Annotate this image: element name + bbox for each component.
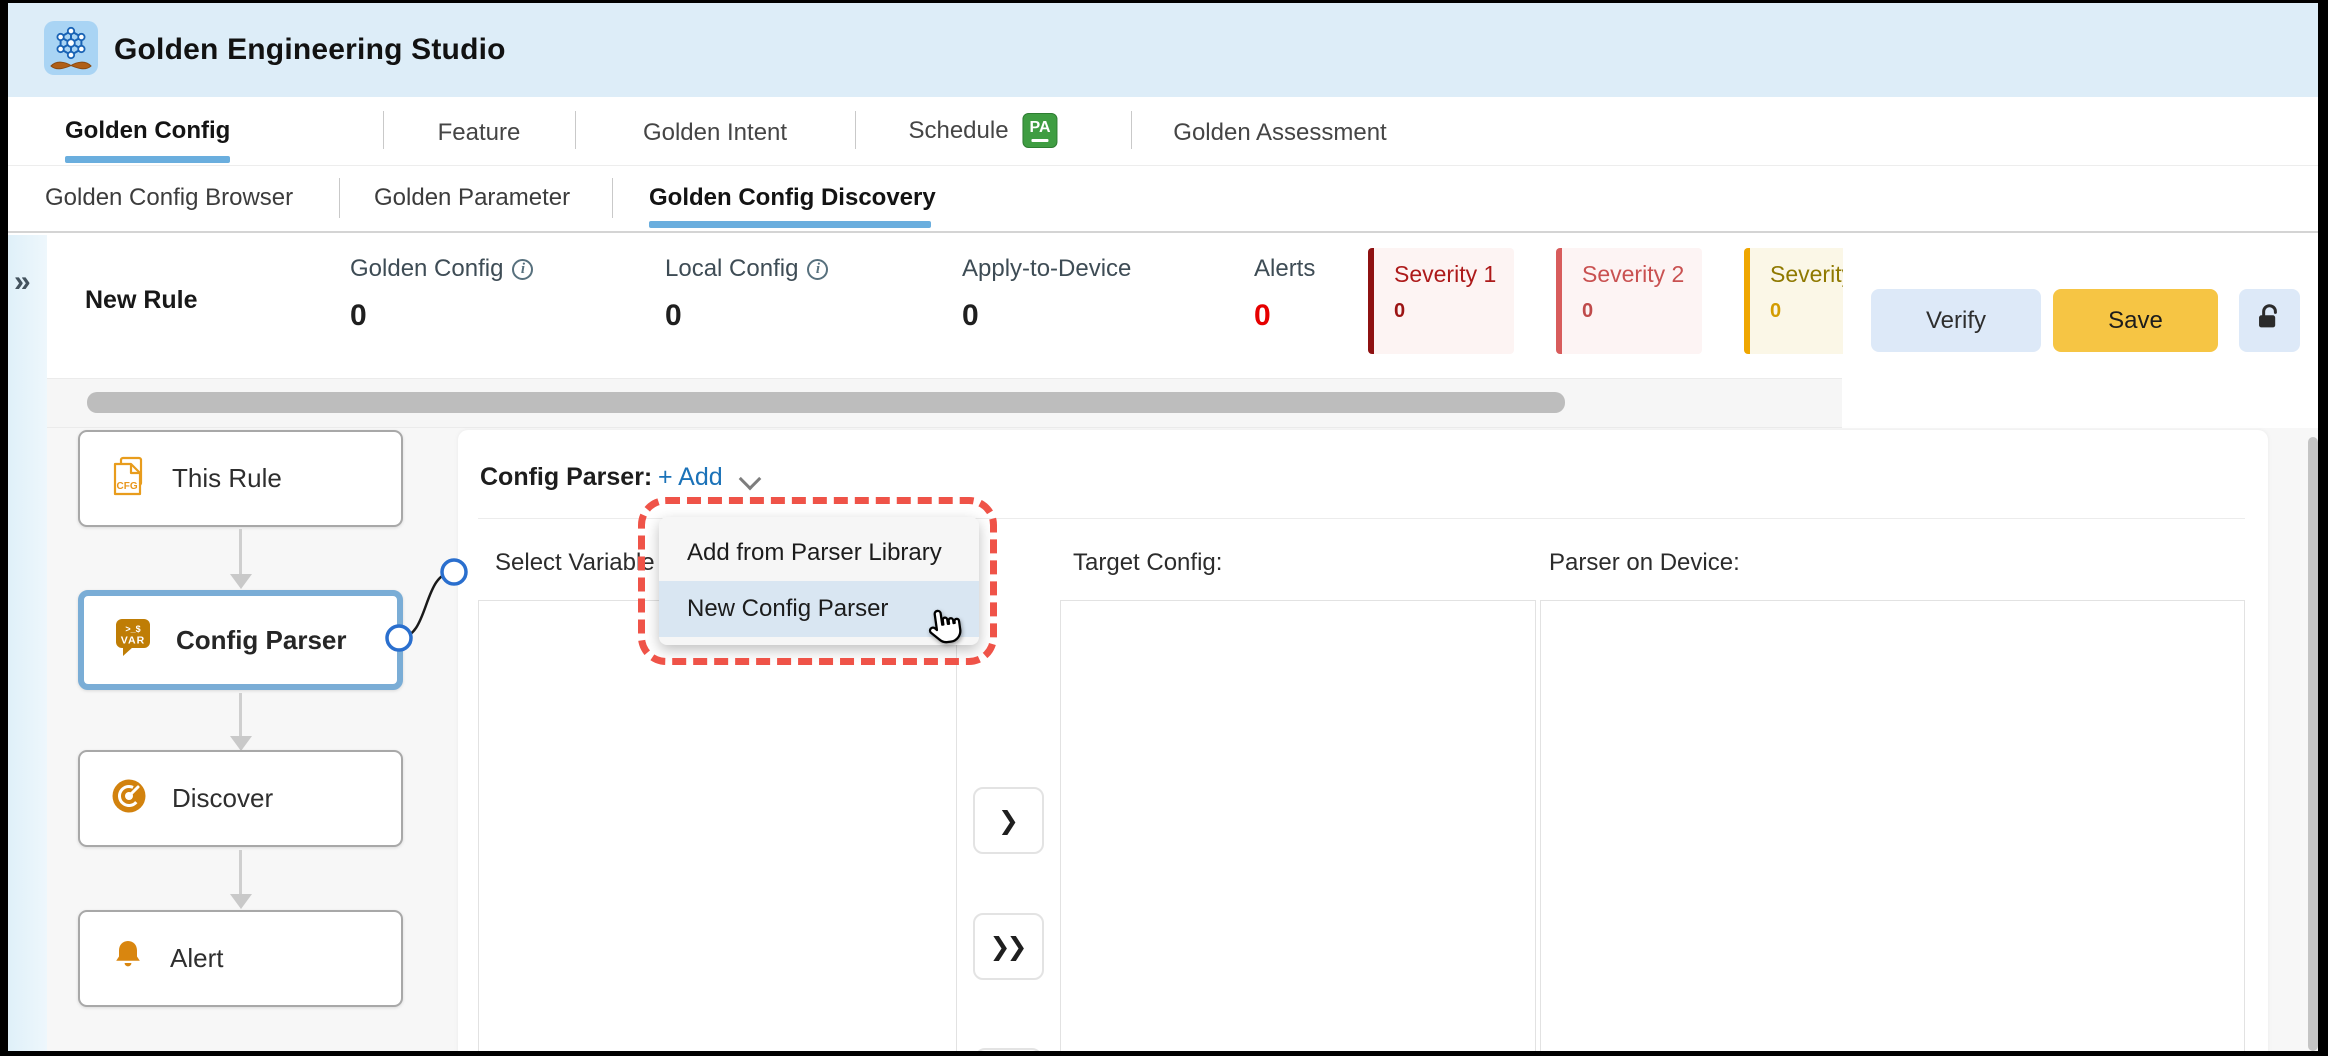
alert-bell-icon (110, 939, 146, 978)
stat-label: Alerts (1254, 255, 1316, 282)
unlock-icon (2255, 302, 2285, 339)
stat-local-config: Local Config 0 (665, 255, 829, 333)
save-button[interactable]: Save (2053, 289, 2218, 352)
info-icon[interactable] (807, 258, 829, 280)
subtab-separator (612, 178, 613, 218)
severity-value: 0 (1582, 300, 1594, 322)
stat-value: 0 (350, 299, 367, 332)
active-tab-underline (65, 156, 230, 163)
tab-golden-assessment[interactable]: Golden Assessment (1173, 119, 1386, 147)
target-config-label: Target Config: (1073, 549, 1223, 576)
tab-feature[interactable]: Feature (438, 119, 521, 147)
severity-value: 0 (1770, 300, 1782, 322)
select-variable-list[interactable] (478, 600, 957, 1051)
flow-arrow (239, 693, 242, 737)
app-title: Golden Engineering Studio (114, 33, 506, 66)
flow-step-label: This Rule (172, 463, 282, 493)
severity-cards: Severity 1 0 Severity 2 0 Severity 3 0 (1368, 248, 1843, 354)
flow-arrow-head (230, 574, 252, 589)
flow-arrow-head (230, 736, 252, 751)
stat-label: Apply-to-Device (962, 255, 1132, 282)
tab-golden-config[interactable]: Golden Config (65, 117, 230, 145)
flow-arrow-head (230, 894, 252, 909)
flow-step-alert[interactable]: Alert (78, 910, 403, 1007)
panel-title: Config Parser: (480, 463, 653, 491)
select-variable-label: Select Variable (495, 549, 655, 576)
active-subtab-underline (649, 221, 931, 228)
stat-value: 0 (1254, 299, 1271, 332)
severity-3-card: Severity 3 0 (1744, 248, 1843, 354)
svg-text:>_$: >_$ (125, 624, 140, 634)
parser-on-device-label: Parser on Device: (1549, 549, 1740, 576)
tab-separator (855, 111, 856, 149)
svg-text:VAR: VAR (121, 635, 145, 647)
parser-variable-icon: >_$ VAR (114, 618, 152, 662)
stat-label: Local Config (665, 255, 799, 282)
discover-target-icon (110, 777, 148, 820)
app-logo-icon (44, 20, 98, 80)
tab-schedule-label: Schedule (908, 116, 1009, 144)
add-parser-link[interactable]: + Add (658, 463, 723, 492)
subtab-golden-config-discovery[interactable]: Golden Config Discovery (649, 184, 936, 212)
config-parser-panel: Config Parser: + Add Select Variable Tar… (458, 430, 2268, 1051)
severity-label: Severity 2 (1582, 261, 1685, 287)
severity-label: Severity 1 (1394, 261, 1497, 287)
flow-step-this-rule[interactable]: CFG This Rule (78, 430, 403, 527)
subtab-separator (339, 178, 340, 218)
tab-separator (575, 111, 576, 149)
collapsed-side-panel (8, 235, 47, 1051)
expand-panel-icon[interactable]: » (14, 265, 31, 299)
severity-1-card: Severity 1 0 (1368, 248, 1514, 354)
flow-arrow (239, 529, 242, 575)
stat-apply-to-device: Apply-to-Device 0 (962, 255, 1131, 333)
target-config-list[interactable] (1060, 600, 1536, 1051)
severity-value: 0 (1394, 300, 1406, 322)
severity-label: Severity 3 (1770, 261, 1843, 287)
move-right-button[interactable]: ❯ (973, 787, 1044, 854)
app-header: Golden Engineering Studio (8, 3, 2318, 97)
tab-golden-intent[interactable]: Golden Intent (643, 119, 787, 147)
menu-item-add-from-parser-library[interactable]: Add from Parser Library (659, 525, 979, 581)
severity-2-card: Severity 2 0 (1556, 248, 1702, 354)
rule-title: New Rule (85, 286, 198, 314)
subtab-golden-config-browser[interactable]: Golden Config Browser (45, 184, 293, 212)
flow-step-config-parser[interactable]: >_$ VAR Config Parser (78, 590, 403, 690)
add-parser-dropdown-menu: Add from Parser Library New Config Parse… (659, 517, 979, 645)
pa-badge-icon: PA (1022, 113, 1058, 148)
flow-step-label: Alert (170, 943, 224, 973)
move-left-button[interactable] (975, 1048, 1042, 1051)
flow-step-label: Config Parser (176, 624, 347, 655)
stat-alerts: Alerts 0 (1254, 255, 1315, 333)
stat-value: 0 (962, 299, 979, 332)
move-all-right-button[interactable]: ❯❯ (973, 913, 1044, 980)
flow-arrow (239, 850, 242, 895)
double-chevron-right-icon: ❯❯ (989, 932, 1028, 961)
horizontal-scrollbar-thumb[interactable] (87, 392, 1565, 413)
unlock-button[interactable] (2239, 289, 2300, 352)
menu-item-new-config-parser[interactable]: New Config Parser (659, 581, 979, 637)
chevron-down-icon[interactable] (738, 467, 762, 491)
parser-on-device-list[interactable] (1540, 600, 2245, 1051)
flow-step-label: Discover (172, 783, 274, 813)
tab-schedule[interactable]: Schedule PA (908, 113, 1058, 148)
info-icon[interactable] (512, 258, 534, 280)
chevron-right-icon: ❯ (998, 806, 1019, 835)
sub-tab-bar: Golden Config Browser Golden Parameter G… (8, 166, 2318, 233)
verify-button[interactable]: Verify (1871, 289, 2041, 352)
tab-separator (1131, 111, 1132, 149)
svg-text:CFG: CFG (117, 481, 138, 492)
stat-golden-config: Golden Config 0 (350, 255, 534, 333)
cfg-document-icon: CFG (110, 455, 148, 502)
stat-value: 0 (665, 299, 682, 332)
tab-separator (383, 111, 384, 149)
vertical-scrollbar-thumb[interactable] (2308, 437, 2318, 1051)
main-tab-bar: Golden Config Feature Golden Intent Sche… (8, 97, 2318, 166)
flow-step-discover[interactable]: Discover (78, 750, 403, 847)
app-window: Golden Engineering Studio Golden Config … (8, 3, 2318, 1051)
subtab-golden-parameter[interactable]: Golden Parameter (374, 184, 570, 212)
stat-label: Golden Config (350, 255, 504, 282)
